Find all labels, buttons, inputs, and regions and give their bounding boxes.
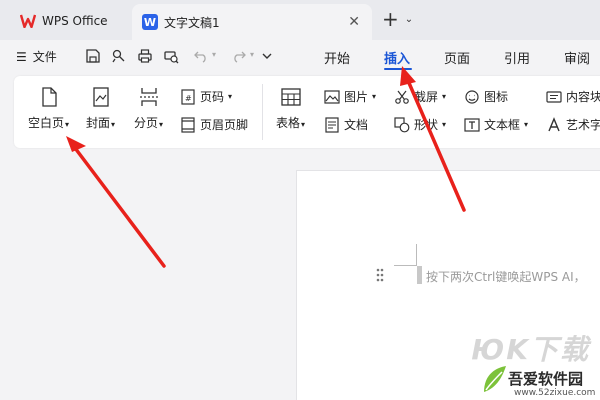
screenshot-label: 截屏 bbox=[414, 90, 439, 104]
textbox-button[interactable]: 文本框 ▾ bbox=[464, 116, 528, 133]
svg-text:#: # bbox=[185, 94, 192, 103]
print-preview-icon[interactable] bbox=[162, 47, 180, 65]
chevron-down-icon: ⌄ bbox=[404, 13, 414, 25]
scissors-icon bbox=[395, 90, 409, 104]
undo-icon[interactable] bbox=[192, 47, 210, 65]
art-text-button[interactable]: 艺术字 bbox=[546, 116, 600, 133]
ribbon-separator bbox=[262, 84, 263, 140]
table-icon bbox=[280, 88, 301, 106]
drag-handle-icon[interactable] bbox=[376, 268, 384, 282]
tab-review[interactable]: 审阅 bbox=[564, 48, 590, 67]
dropdown-arrow-icon: ▾ bbox=[111, 120, 116, 129]
content-block-button[interactable]: 内容块 bbox=[546, 88, 600, 105]
watermark-logo-icon bbox=[484, 366, 506, 392]
blank-page-button[interactable]: 空白页▾ bbox=[28, 86, 69, 131]
plus-icon: + bbox=[382, 7, 399, 31]
insert-document-button[interactable]: 文档 bbox=[324, 116, 368, 133]
tab-document[interactable]: W 文字文稿1 ✕ bbox=[132, 4, 372, 40]
section-break-button[interactable]: 分页▾ bbox=[134, 86, 163, 131]
tab-wps-office[interactable]: WPS Office bbox=[6, 6, 128, 36]
page-number-button[interactable]: # 页码 ▾ bbox=[180, 88, 232, 105]
redo-dropdown-icon[interactable]: ▾ bbox=[250, 50, 254, 59]
menu-row: ☰ 文件 ▾ ▾ 开始 插入 页面 引用 审阅 bbox=[0, 40, 600, 72]
document-icon bbox=[325, 116, 339, 133]
dropdown-arrow-icon: ▾ bbox=[301, 120, 306, 129]
watermark-large-text: ЮK下载 bbox=[471, 333, 590, 366]
header-footer-icon bbox=[181, 116, 195, 133]
hamburger-icon: ☰ bbox=[16, 49, 27, 64]
arrow-to-blank-page bbox=[66, 136, 166, 268]
margin-corner-mark bbox=[394, 265, 416, 266]
blank-page-icon bbox=[41, 87, 57, 107]
content-block-icon bbox=[546, 90, 562, 103]
page-break-icon bbox=[139, 88, 158, 106]
tab-start[interactable]: 开始 bbox=[324, 48, 350, 67]
blank-page-label: 空白页 bbox=[28, 116, 65, 130]
document-label: 文档 bbox=[344, 118, 369, 132]
text-caret bbox=[417, 266, 422, 284]
page-number-label: 页码 bbox=[200, 90, 225, 104]
icon-library-icon bbox=[465, 89, 479, 104]
tab-page[interactable]: 页面 bbox=[444, 48, 470, 67]
ai-hint-placeholder: 按下两次Ctrl键唤起WPS AI， bbox=[426, 270, 586, 284]
print-icon[interactable] bbox=[136, 47, 154, 65]
content-block-label: 内容块 bbox=[566, 90, 600, 104]
picture-button[interactable]: 图片 ▾ bbox=[324, 88, 376, 105]
picture-label: 图片 bbox=[344, 90, 369, 104]
tab-insert[interactable]: 插入 bbox=[384, 48, 410, 67]
site-watermark: ЮK下载 吾爱软件园 www.52zixue.com bbox=[462, 328, 600, 400]
tab-references[interactable]: 引用 bbox=[504, 48, 530, 67]
dropdown-arrow-icon: ▾ bbox=[442, 120, 447, 129]
dropdown-arrow-icon: ▾ bbox=[442, 92, 447, 101]
table-label: 表格 bbox=[276, 116, 301, 130]
margin-corner-mark bbox=[416, 244, 417, 266]
dropdown-arrow-icon: ▾ bbox=[372, 92, 377, 101]
file-menu-button[interactable]: ☰ 文件 bbox=[16, 48, 57, 65]
page-number-icon: # bbox=[181, 88, 195, 105]
table-button[interactable]: 表格▾ bbox=[276, 86, 305, 131]
cover-page-icon bbox=[92, 87, 109, 107]
active-tab-underline bbox=[384, 68, 412, 70]
picture-icon bbox=[324, 89, 340, 104]
watermark-site-url: www.52zixue.com bbox=[514, 388, 596, 398]
dropdown-arrow-icon: ▾ bbox=[524, 120, 529, 129]
art-text-label: 艺术字 bbox=[566, 118, 600, 132]
new-tab-button[interactable]: + ⌄ bbox=[382, 9, 413, 29]
textbox-label: 文本框 bbox=[484, 118, 521, 132]
header-footer-label: 页眉页脚 bbox=[200, 118, 249, 132]
cover-label: 封面 bbox=[86, 116, 111, 130]
textbox-icon bbox=[464, 117, 480, 132]
header-footer-button[interactable]: 页眉页脚 bbox=[180, 116, 248, 133]
dropdown-arrow-icon: ▾ bbox=[159, 120, 164, 129]
art-text-icon bbox=[548, 116, 560, 131]
icon-label: 图标 bbox=[484, 90, 509, 104]
watermark-site-name: 吾爱软件园 bbox=[508, 370, 584, 388]
shape-button[interactable]: 形状 ▾ bbox=[394, 116, 446, 133]
save-icon[interactable] bbox=[84, 47, 102, 65]
icon-button[interactable]: 图标 bbox=[464, 88, 508, 105]
wps-logo-icon bbox=[20, 14, 36, 28]
undo-dropdown-icon[interactable]: ▾ bbox=[212, 50, 216, 59]
shapes-icon bbox=[394, 116, 410, 132]
redo-icon[interactable] bbox=[230, 47, 248, 65]
screenshot-button[interactable]: 截屏 ▾ bbox=[394, 88, 446, 105]
share-link-icon[interactable] bbox=[110, 47, 128, 65]
close-tab-icon[interactable]: ✕ bbox=[348, 14, 360, 30]
insert-ribbon: 空白页▾ 封面▾ 分页▾ # 页码 ▾ 页眉页脚 表格▾ 图片 ▾ 文档 截屏 … bbox=[14, 76, 600, 148]
section-break-label: 分页 bbox=[134, 116, 159, 130]
more-chevron-icon[interactable] bbox=[258, 47, 276, 65]
dropdown-arrow-icon: ▾ bbox=[65, 120, 70, 129]
title-tab-bar: WPS Office W 文字文稿1 ✕ + ⌄ bbox=[0, 0, 600, 40]
cover-button[interactable]: 封面▾ bbox=[86, 86, 115, 131]
tab-wps-office-label: WPS Office bbox=[42, 14, 108, 28]
shape-label: 形状 bbox=[414, 118, 439, 132]
tab-document-label: 文字文稿1 bbox=[164, 15, 220, 30]
dropdown-arrow-icon: ▾ bbox=[228, 92, 233, 101]
writer-doc-icon: W bbox=[142, 14, 158, 30]
file-menu-label: 文件 bbox=[32, 50, 57, 64]
